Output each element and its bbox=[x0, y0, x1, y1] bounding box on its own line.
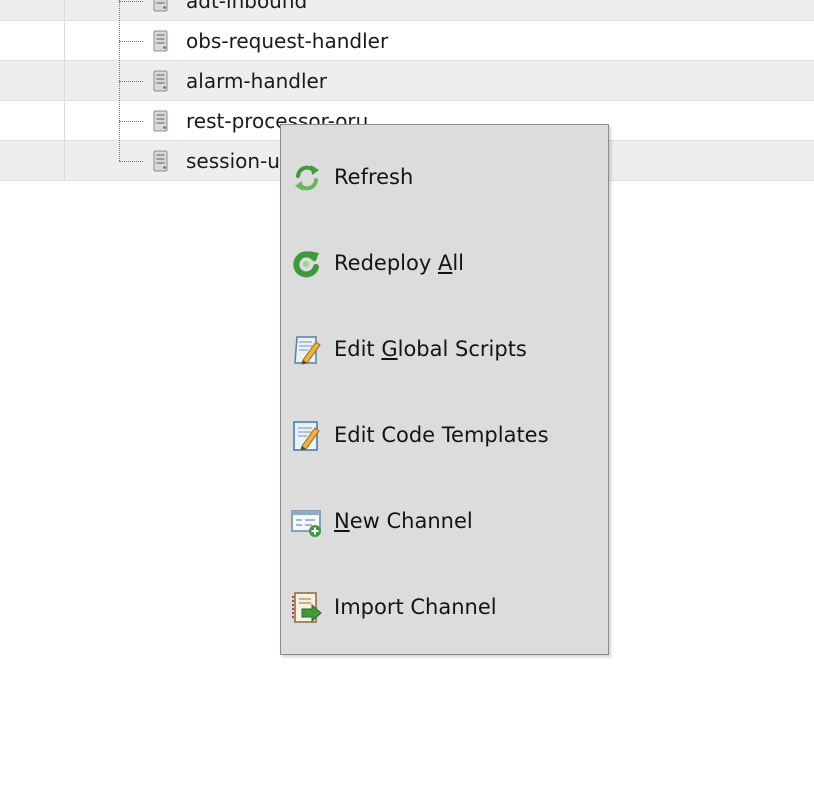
server-channel-icon bbox=[153, 30, 168, 52]
tree-branch-line bbox=[119, 1, 143, 2]
menu-item-label: Import Channel bbox=[334, 595, 497, 619]
menu-item-refresh[interactable]: Refresh bbox=[281, 130, 608, 216]
edit-templates-icon bbox=[293, 421, 320, 451]
column-divider bbox=[64, 21, 65, 60]
tree-branch-line bbox=[119, 121, 143, 122]
menu-item-new-channel[interactable]: New Channel bbox=[281, 474, 608, 560]
redeploy-icon bbox=[293, 251, 319, 278]
menu-item-label: Redeploy All bbox=[334, 251, 464, 275]
menu-item-label: Edit Code Templates bbox=[334, 423, 549, 447]
context-menu: Refresh Redeploy All Edit Global Scripts bbox=[280, 124, 609, 655]
edit-scripts-icon bbox=[294, 336, 321, 365]
column-divider bbox=[64, 61, 65, 100]
import-channel-icon bbox=[292, 592, 322, 623]
tree-branch-line bbox=[119, 41, 143, 42]
menu-item-import-channel[interactable]: Import Channel bbox=[281, 560, 608, 646]
server-channel-icon bbox=[153, 110, 168, 132]
tree-row[interactable]: adt-inbound bbox=[0, 0, 814, 21]
column-divider bbox=[64, 0, 65, 20]
tree-row[interactable]: alarm-handler bbox=[0, 61, 814, 101]
tree-node-label: adt-inbound bbox=[186, 0, 308, 13]
tree-trunk-line bbox=[119, 0, 120, 161]
menu-item-edit-code-templates[interactable]: Edit Code Templates bbox=[281, 388, 608, 474]
server-channel-icon bbox=[153, 70, 168, 92]
menu-item-label: Refresh bbox=[334, 165, 414, 189]
menu-item-redeploy-all[interactable]: Redeploy All bbox=[281, 216, 608, 302]
menu-item-label: New Channel bbox=[334, 509, 473, 533]
server-channel-icon bbox=[153, 0, 168, 12]
menu-item-label: Edit Global Scripts bbox=[334, 337, 527, 361]
column-divider bbox=[64, 101, 65, 140]
new-channel-icon bbox=[291, 510, 321, 537]
tree-branch-line bbox=[119, 161, 143, 162]
tree-row[interactable]: obs-request-handler bbox=[0, 21, 814, 61]
column-divider bbox=[64, 141, 65, 180]
tree-node-label: alarm-handler bbox=[186, 69, 328, 93]
menu-item-edit-global-scripts[interactable]: Edit Global Scripts bbox=[281, 302, 608, 388]
channel-tree-view: adt-inbound obs-request-handler alarm-ha… bbox=[0, 0, 814, 806]
tree-branch-line bbox=[119, 81, 143, 82]
tree-node-label: obs-request-handler bbox=[186, 29, 389, 53]
tree-node-label: session-u bbox=[186, 149, 280, 173]
refresh-icon bbox=[295, 165, 319, 191]
server-channel-icon bbox=[153, 150, 168, 172]
